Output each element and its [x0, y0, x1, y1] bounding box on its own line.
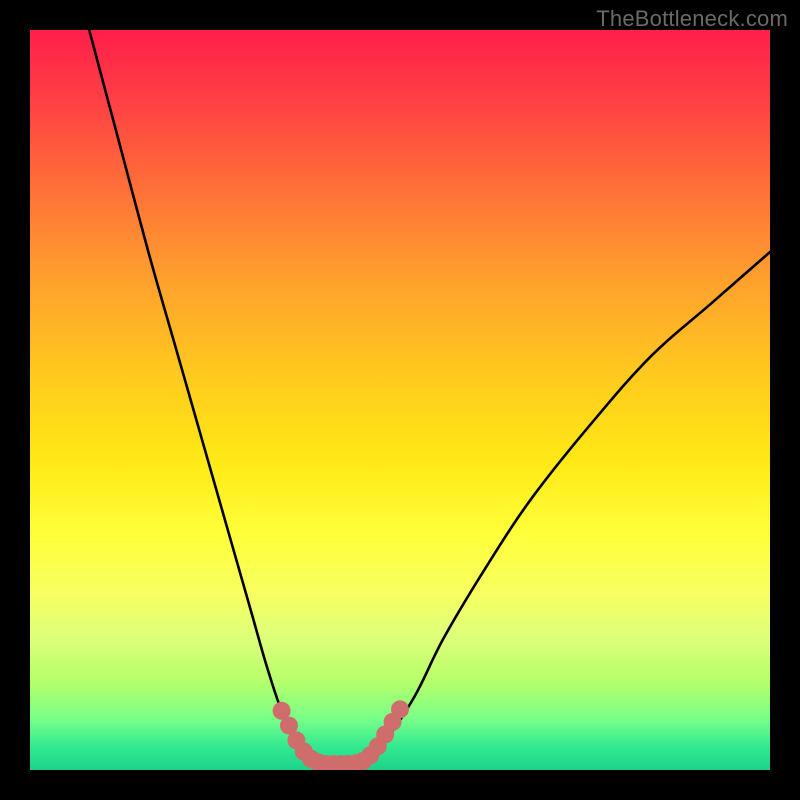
watermark-text: TheBottleneck.com — [596, 6, 788, 32]
series-right-ascending-curve — [363, 252, 770, 759]
chart-svg — [30, 30, 770, 770]
series-left-descending-curve — [89, 30, 307, 759]
chart-frame: TheBottleneck.com — [0, 0, 800, 800]
plot-area — [30, 30, 770, 770]
marker-dot — [391, 700, 409, 718]
